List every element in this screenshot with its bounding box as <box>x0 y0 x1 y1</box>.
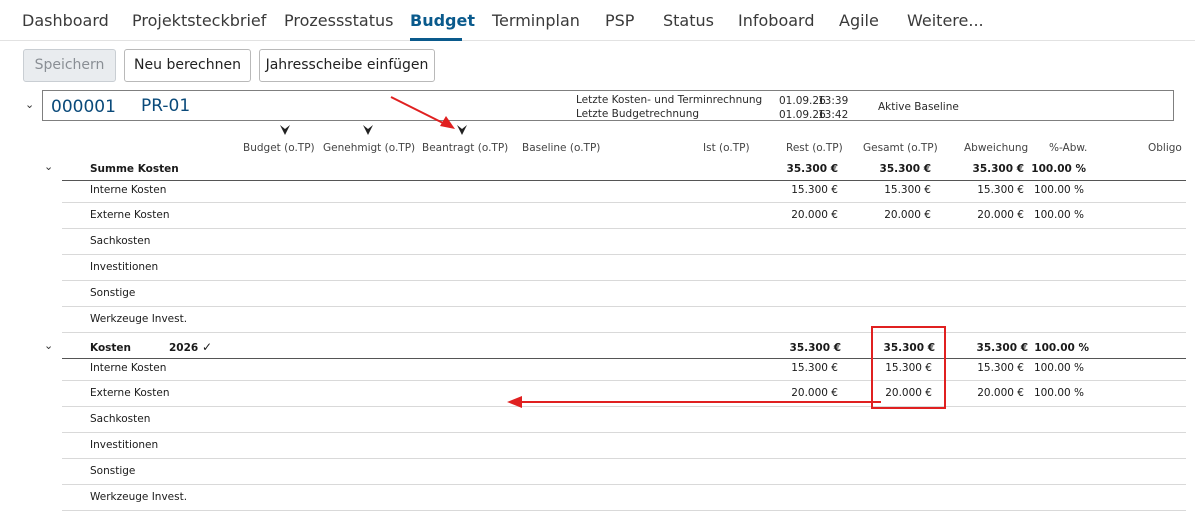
table-row: Externe Kosten 20.000 € 20.000 € 20.000 … <box>62 203 1186 229</box>
project-header: 000001 PR-01 Letzte Kosten- und Terminre… <box>42 90 1174 121</box>
chevron-down-icon[interactable]: ⌄ <box>25 98 34 111</box>
tab-terminplan[interactable]: Terminplan <box>492 11 580 30</box>
rest-value: 35.300 € <box>789 342 841 354</box>
tab-infoboard[interactable]: Infoboard <box>738 11 814 30</box>
check-icon: ✓ <box>202 340 213 354</box>
project-number: 000001 <box>51 97 116 117</box>
col-budget[interactable]: Budget (o.TP) <box>243 142 315 154</box>
col-abweichung[interactable]: Abweichung <box>964 142 1028 154</box>
save-button[interactable]: Speichern <box>23 49 116 82</box>
tab-status[interactable]: Status <box>663 11 714 30</box>
chevron-down-icon[interactable]: ⌄ <box>44 339 53 352</box>
table-row: Interne Kosten 15.300 € 15.300 € 15.300 … <box>62 359 1186 381</box>
row-label: Investitionen <box>90 261 159 273</box>
col-beantragt[interactable]: Beantragt (o.TP) <box>422 142 508 154</box>
last-cost-calc-time: 13:39 <box>818 95 849 107</box>
filter-icon-beantragt[interactable] <box>456 124 468 136</box>
group-label: Summe Kosten <box>90 163 179 175</box>
annotation-highlight-box <box>871 326 946 409</box>
abw-pct-value: 100.00 % <box>1034 342 1089 354</box>
table-row: Sachkosten <box>62 229 1186 255</box>
row-label: Externe Kosten <box>90 387 170 399</box>
table-row: Interne Kosten 15.300 € 15.300 € 15.300 … <box>62 181 1186 203</box>
tab-agile[interactable]: Agile <box>839 11 879 30</box>
abw-pct-value: 100.00 % <box>1033 209 1084 221</box>
gesamt-value: 15.300 € <box>884 184 931 196</box>
last-cost-calc-label: Letzte Kosten- und Terminrechnung <box>576 94 763 106</box>
active-baseline-label: Aktive Baseline <box>878 101 959 113</box>
table-row: Externe Kosten 20.000 € 20.000 € 20.000 … <box>62 381 1186 407</box>
abw-pct-value: 100.00 % <box>1033 184 1084 196</box>
last-budget-calc-label: Letzte Budgetrechnung <box>576 108 700 120</box>
recalculate-button[interactable]: Neu berechnen <box>124 49 251 82</box>
table-row: Werkzeuge Invest. <box>62 485 1186 511</box>
gesamt-value: 35.300 € <box>879 163 931 175</box>
col-ist[interactable]: Ist (o.TP) <box>703 142 750 154</box>
abw-pct-value: 100.00 % <box>1031 163 1086 175</box>
col-genehmigt[interactable]: Genehmigt (o.TP) <box>323 142 415 154</box>
col-rest[interactable]: Rest (o.TP) <box>786 142 843 154</box>
kosten-year-row: Kosten 2026 ✓ 35.300 € 35.300 € 35.300 €… <box>62 333 1186 359</box>
rest-value: 35.300 € <box>786 163 838 175</box>
table-row: Sachkosten <box>62 407 1186 433</box>
col-gesamt[interactable]: Gesamt (o.TP) <box>863 142 938 154</box>
rest-value: 20.000 € <box>791 387 838 399</box>
tab-psp[interactable]: PSP <box>605 11 634 30</box>
last-budget-calc-time: 13:42 <box>818 109 849 121</box>
col-obligo[interactable]: Obligo <box>1148 142 1182 154</box>
table-row: Investitionen <box>62 433 1186 459</box>
rest-value: 15.300 € <box>791 362 838 374</box>
tab-prozessstatus[interactable]: Prozessstatus <box>284 11 393 30</box>
row-label: Investitionen <box>90 439 159 451</box>
table-row: Werkzeuge Invest. <box>62 307 1186 333</box>
table-row: Investitionen <box>62 255 1186 281</box>
row-label: Werkzeuge Invest. <box>90 491 188 503</box>
abw-pct-value: 100.00 % <box>1033 362 1084 374</box>
col-abw-pct[interactable]: %-Abw. <box>1049 142 1087 154</box>
filter-icon-genehmigt[interactable] <box>362 124 374 136</box>
row-label: Sonstige <box>90 287 136 299</box>
table-row: Sonstige <box>62 459 1186 485</box>
col-baseline[interactable]: Baseline (o.TP) <box>522 142 600 154</box>
row-label: Sachkosten <box>90 413 151 425</box>
row-label: Sachkosten <box>90 235 151 247</box>
tab-projektsteckbrief[interactable]: Projektsteckbrief <box>132 11 266 30</box>
year-label: 2026 <box>169 342 199 354</box>
abweichung-value: 15.300 € <box>977 184 1024 196</box>
row-label: Externe Kosten <box>90 209 170 221</box>
abw-pct-value: 100.00 % <box>1033 387 1084 399</box>
summe-kosten-row: Summe Kosten 35.300 € 35.300 € 35.300 € … <box>62 159 1186 181</box>
chevron-down-icon[interactable]: ⌄ <box>44 160 53 173</box>
abweichung-value: 20.000 € <box>977 387 1024 399</box>
abweichung-value: 35.300 € <box>972 163 1024 175</box>
rest-value: 20.000 € <box>791 209 838 221</box>
tab-dashboard[interactable]: Dashboard <box>22 11 109 30</box>
project-name: PR-01 <box>141 96 191 116</box>
abweichung-value: 15.300 € <box>977 362 1024 374</box>
row-label: Sonstige <box>90 465 136 477</box>
active-tab-indicator <box>410 38 462 41</box>
table-row: Sonstige <box>62 281 1186 307</box>
abweichung-value: 35.300 € <box>976 342 1028 354</box>
gesamt-value: 20.000 € <box>884 209 931 221</box>
filter-icon-budget[interactable] <box>279 124 291 136</box>
row-label: Interne Kosten <box>90 362 167 374</box>
group-label: Kosten <box>90 342 132 354</box>
abweichung-value: 20.000 € <box>977 209 1024 221</box>
rest-value: 15.300 € <box>791 184 838 196</box>
row-label: Interne Kosten <box>90 184 167 196</box>
tab-bar: Dashboard Projektsteckbrief Prozessstatu… <box>0 0 1195 41</box>
tab-budget[interactable]: Budget <box>410 11 475 30</box>
tab-weitere[interactable]: Weitere... <box>907 11 984 30</box>
insert-year-slice-button[interactable]: Jahresscheibe einfügen <box>259 49 435 82</box>
row-label: Werkzeuge Invest. <box>90 313 188 325</box>
